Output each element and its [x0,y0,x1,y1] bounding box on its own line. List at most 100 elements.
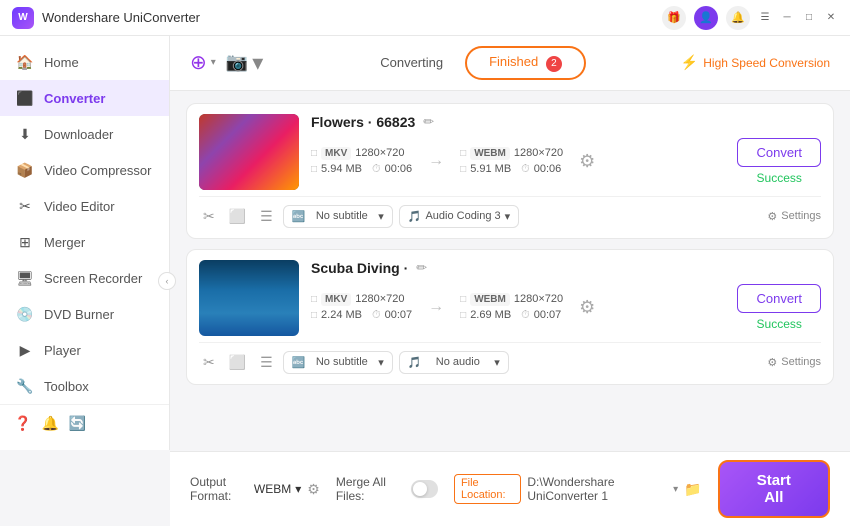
topbar: ⊕ ▾ 📷 ▾ Converting Finished 2 ⚡ High Spe… [170,36,850,91]
notification-bell-icon[interactable]: 🔔 [41,415,58,432]
card-info-flowers: Flowers · 66823 ✏ □ MKV 1280×720 [311,114,821,185]
dvd-icon: 💿 [16,305,34,323]
scuba-settings-label: Settings [781,356,821,368]
gift-icon[interactable]: 🎁 [662,6,686,30]
sidebar-item-downloader[interactable]: ⬇ Downloader [0,116,169,152]
sidebar-item-home[interactable]: 🏠 Home [0,44,169,80]
clock-icon-1: ⏱ [372,163,381,176]
start-all-button[interactable]: Start All [718,460,830,518]
arrow-1: → [420,152,452,170]
file-card-flowers: Flowers · 66823 ✏ □ MKV 1280×720 [186,103,834,239]
flowers-audio-value: Audio Coding 3 [425,210,500,222]
scuba-audio-select[interactable]: 🎵 No audio ▾ [399,351,509,374]
subtitle-icon-1[interactable]: ⬜ [225,208,250,225]
titlebar: W Wondershare UniConverter 🎁 👤 🔔 ☰ ─ □ ✕ [0,0,850,36]
subtitle-chevron: ▾ [378,210,384,223]
format-dropdown-icon[interactable]: ▾ [673,484,678,495]
sidebar-label-downloader: Downloader [44,127,113,142]
scissors-icon-1[interactable]: ✂ [199,208,219,225]
scuba-dst-format-row: □ WEBM 1280×720 [460,293,563,306]
close-icon[interactable]: ✕ [824,11,838,25]
minimize-icon[interactable]: ─ [780,11,794,25]
flowers-dst-format-row: □ WEBM 1280×720 [460,147,563,160]
scuba-edit-icon[interactable]: ✏ [416,260,427,276]
scuba-subtitle-value: No subtitle [316,356,368,368]
subtitle-icon-2[interactable]: ⬜ [225,354,250,371]
maximize-icon[interactable]: □ [802,11,816,25]
sidebar-collapse-button[interactable]: ‹ [158,272,176,290]
merge-block: Merge All Files: [336,475,438,503]
sidebar-item-video-editor[interactable]: ✂ Video Editor [0,188,169,224]
sidebar-item-toolbox[interactable]: 🔧 Toolbox [0,368,169,404]
user-icon[interactable]: 👤 [694,6,718,30]
update-icon[interactable]: 🔄 [69,415,86,432]
file-icon-2: □ [460,148,466,159]
thumb-flowers-img [199,114,299,190]
output-format-select[interactable]: WEBM ▾ [254,482,301,496]
scuba-title: Scuba Diving · [311,260,408,276]
home-icon: 🏠 [16,53,34,71]
list-icon-1[interactable]: ☰ [256,208,277,225]
titlebar-left: W Wondershare UniConverter [12,7,200,29]
scuba-src-format: MKV [321,293,351,306]
sidebar-label-home: Home [44,55,79,70]
file-location-group: File Location: D:\Wondershare UniConvert… [454,474,702,504]
flowers-subtitle-select[interactable]: 🔤 No subtitle ▾ [283,205,393,228]
sidebar-item-merger[interactable]: ⊞ Merger [0,224,169,260]
add-camera-button[interactable]: 📷 ▾ [226,50,263,76]
sidebar-item-converter[interactable]: ⬛ Converter [0,80,169,116]
list-icon-2[interactable]: ☰ [256,354,277,371]
settings-gear-icon-2: ⚙ [767,356,777,369]
thumbnail-scuba [199,260,299,336]
format-settings-icon[interactable]: ⚙ [307,481,320,498]
scuba-subtitle-select[interactable]: 🔤 No subtitle ▾ [283,351,393,374]
flowers-convert-button[interactable]: Convert [737,138,821,167]
topbar-left: ⊕ ▾ 📷 ▾ [190,50,263,76]
scuba-settings-button[interactable]: ⚙ Settings [767,356,821,369]
scuba-dst-meta: □ WEBM 1280×720 □ 2.69 MB ⏱ 00:07 [460,293,563,322]
scuba-dst-size-row: □ 2.69 MB ⏱ 00:07 [460,309,563,322]
flowers-audio-select[interactable]: 🎵 Audio Coding 3 ▾ [399,205,519,228]
flowers-format-settings-icon[interactable]: ⚙ [579,151,595,172]
file-location-label: File Location: [454,474,521,504]
bell-icon[interactable]: 🔔 [726,6,750,30]
output-format-label: Output Format: [190,475,248,503]
sidebar-item-player[interactable]: ▶ Player [0,332,169,368]
settings-gear-icon-1: ⚙ [767,210,777,223]
merger-icon: ⊞ [16,233,34,251]
file-icon-3: □ [311,294,317,305]
merge-toggle[interactable] [411,480,438,498]
subtitle-chevron-2: ▾ [378,356,384,369]
flowers-dst-res: 1280×720 [514,147,563,159]
flowers-settings-button[interactable]: ⚙ Settings [767,210,821,223]
flowers-edit-icon[interactable]: ✏ [423,114,434,130]
sidebar-label-converter: Converter [44,91,105,106]
sidebar-item-screen-recorder[interactable]: 🖥 Screen Recorder [0,260,169,296]
sidebar-label-dvd: DVD Burner [44,307,114,322]
card-title-flowers: Flowers · 66823 ✏ [311,114,821,130]
card-info-scuba: Scuba Diving · ✏ □ MKV 1280×720 [311,260,821,331]
bottombar: Output Format: WEBM ▾ ⚙ Merge All Files:… [170,451,850,526]
flowers-status: Success [757,171,802,185]
flowers-src-dur: 00:06 [385,163,413,175]
sidebar-item-video-compressor[interactable]: 📦 Video Compressor [0,152,169,188]
menu-icon[interactable]: ☰ [758,11,772,25]
speed-conversion-button[interactable]: ⚡ High Speed Conversion [681,54,830,71]
help-icon[interactable]: ❓ [14,415,31,432]
browse-folder-icon[interactable]: 📁 [684,481,701,498]
clock-icon-2: ⏱ [521,163,530,176]
scuba-convert-button[interactable]: Convert [737,284,821,313]
add-media-button[interactable]: ⊕ ▾ [190,50,216,75]
flowers-dst-size-row: □ 5.91 MB ⏱ 00:06 [460,163,563,176]
speed-label: High Speed Conversion [703,56,830,70]
scuba-format-settings-icon[interactable]: ⚙ [579,297,595,318]
format-chevron: ▾ [295,482,301,496]
flowers-subtitle-value: No subtitle [316,210,368,222]
audio-chevron-2: ▾ [494,356,500,369]
sidebar-item-dvd-burner[interactable]: 💿 DVD Burner [0,296,169,332]
file-card-scuba: Scuba Diving · ✏ □ MKV 1280×720 [186,249,834,385]
toggle-knob [413,482,427,496]
tab-finished[interactable]: Finished 2 [465,46,586,80]
scissors-icon-2[interactable]: ✂ [199,354,219,371]
tab-converting[interactable]: Converting [358,49,465,76]
